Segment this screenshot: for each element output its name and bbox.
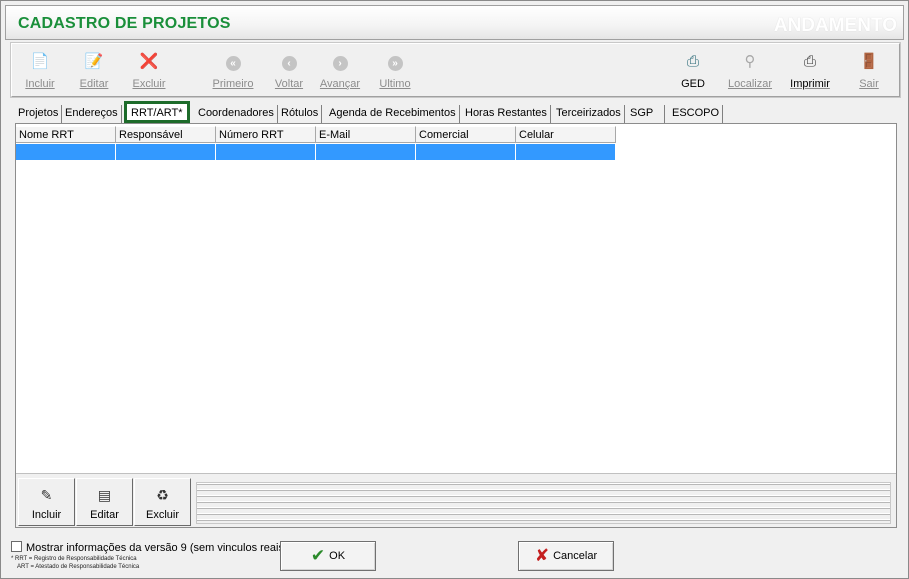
column-header-nome-rrt[interactable]: Nome RRT xyxy=(16,126,116,143)
version9-checkbox[interactable] xyxy=(11,541,22,552)
tab-coordenadores[interactable]: Coordenadores xyxy=(195,105,278,123)
ultimo-button[interactable]: » Ultimo xyxy=(377,48,413,94)
excluir-button[interactable]: ❌ Excluir xyxy=(128,48,170,94)
new-document-icon: 📄 xyxy=(30,53,50,70)
window: CADASTRO DE PROJETOS ANDAMENTO 📄 Incluir… xyxy=(0,0,909,579)
cancelar-button[interactable]: ✘ Cancelar xyxy=(518,541,614,571)
version9-checkbox-row[interactable]: Mostrar informações da versão 9 (sem vin… xyxy=(11,541,288,554)
table-cell[interactable] xyxy=(16,144,116,160)
imprimir-button[interactable]: ⎙ Imprimir xyxy=(788,48,832,94)
edit-document-icon: 📝 xyxy=(84,53,104,70)
tab-terceirizados[interactable]: Terceirizados xyxy=(553,105,625,123)
exit-door-icon: 🚪 xyxy=(859,53,879,70)
edit-record-icon: ▤ xyxy=(97,487,112,503)
table-cell[interactable] xyxy=(216,144,316,160)
avancar-button[interactable]: › Avançar xyxy=(317,48,363,94)
column-header-comercial[interactable]: Comercial xyxy=(416,126,516,143)
tab-sgp[interactable]: SGP xyxy=(627,105,665,123)
delete-document-icon: ❌ xyxy=(139,53,159,70)
primeiro-button[interactable]: « Primeiro xyxy=(210,48,256,94)
table-cell[interactable] xyxy=(416,144,516,160)
search-icon: ⚲ xyxy=(744,53,756,70)
grid-actions-panel: ✎ Incluir ▤ Editar ♻ Excluir xyxy=(16,473,896,527)
tab-agenda-recebimentos[interactable]: Agenda de Recebimentos xyxy=(326,105,460,123)
toolbar: 📄 Incluir 📝 Editar ❌ Excluir « Primeiro … xyxy=(10,42,901,98)
title-bar: CADASTRO DE PROJETOS ANDAMENTO xyxy=(5,5,904,40)
column-header-email[interactable]: E-Mail xyxy=(316,126,416,143)
tab-escopo[interactable]: ESCOPO xyxy=(669,105,723,123)
ged-button[interactable]: ⎙ GED xyxy=(676,48,710,94)
add-record-icon: ✎ xyxy=(40,487,53,503)
table-row[interactable] xyxy=(16,144,616,160)
table-cell[interactable] xyxy=(316,144,416,160)
panel-excluir-button[interactable]: ♻ Excluir xyxy=(134,478,191,526)
tab-strip: Projetos Endereços RRT/ART* Coordenadore… xyxy=(15,101,895,123)
page-title: CADASTRO DE PROJETOS xyxy=(18,15,231,32)
tab-rrt-art[interactable]: RRT/ART* xyxy=(124,101,190,123)
recycle-bin-icon: ♻ xyxy=(156,487,169,503)
close-icon: ✘ xyxy=(534,546,550,565)
column-header-numero-rrt[interactable]: Número RRT xyxy=(216,126,316,143)
tab-horas-restantes[interactable]: Horas Restantes xyxy=(462,105,551,123)
sair-button[interactable]: 🚪 Sair xyxy=(854,48,884,94)
tab-enderecos[interactable]: Endereços xyxy=(62,105,122,123)
status-label: ANDAMENTO xyxy=(773,15,897,36)
tab-rotulos[interactable]: Rótulos xyxy=(278,105,323,123)
ok-button[interactable]: ✔ OK xyxy=(280,541,376,571)
footnote-art: ART = Atestado de Responsabilidade Técni… xyxy=(17,564,140,570)
localizar-button[interactable]: ⚲ Localizar xyxy=(726,48,774,94)
column-header-responsavel[interactable]: Responsável xyxy=(116,126,216,143)
editar-button[interactable]: 📝 Editar xyxy=(74,48,114,94)
next-record-icon: › xyxy=(330,52,350,72)
tab-projetos[interactable]: Projetos xyxy=(15,105,63,123)
last-record-icon: » xyxy=(385,52,405,72)
grid-header: Nome RRT Responsável Número RRT E-Mail C… xyxy=(16,126,617,143)
version9-checkbox-label: Mostrar informações da versão 9 (sem vin… xyxy=(26,542,288,554)
checkmark-icon: ✔ xyxy=(310,546,326,565)
voltar-button[interactable]: ‹ Voltar xyxy=(269,48,309,94)
decorative-stripes xyxy=(196,482,891,524)
panel-incluir-button[interactable]: ✎ Incluir xyxy=(18,478,75,526)
previous-record-icon: ‹ xyxy=(279,52,299,72)
footnote-rrt: * RRT = Registro de Responsabilidade Téc… xyxy=(11,556,137,562)
first-record-icon: « xyxy=(223,52,243,72)
printer-icon: ⎙ xyxy=(803,53,816,70)
rrt-art-tab-page: Nome RRT Responsável Número RRT E-Mail C… xyxy=(15,123,897,528)
incluir-button[interactable]: 📄 Incluir xyxy=(20,48,60,94)
table-cell[interactable] xyxy=(516,144,616,160)
scanner-icon: ⎙ xyxy=(686,53,699,70)
panel-editar-button[interactable]: ▤ Editar xyxy=(76,478,133,526)
table-cell[interactable] xyxy=(116,144,216,160)
column-header-celular[interactable]: Celular xyxy=(516,126,616,143)
